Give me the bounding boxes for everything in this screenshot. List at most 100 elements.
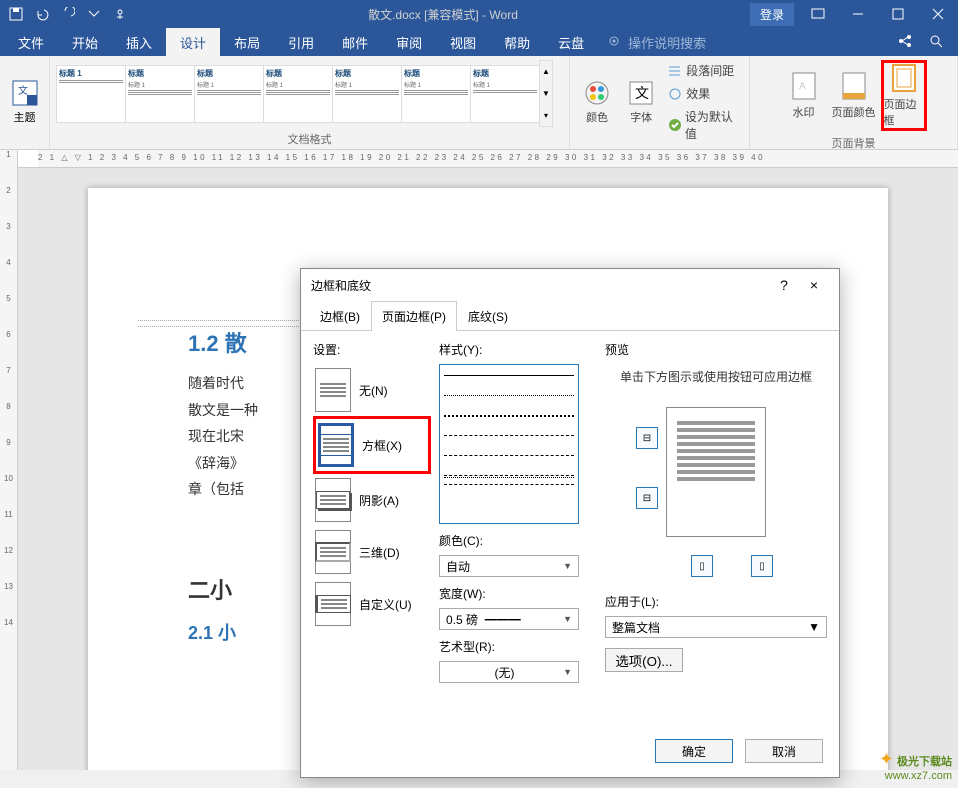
svg-text:A: A [799,81,806,92]
style-item[interactable]: 标题标题 1 [401,65,471,123]
colors-button[interactable]: 颜色 [576,80,618,125]
tab-review[interactable]: 审阅 [382,28,436,56]
preview-area: ⊟ ⊟ ▯ ▯ [636,397,796,577]
ribbon-tab-strip: 文件 开始 插入 设计 布局 引用 邮件 审阅 视图 帮助 云盘 操作说明搜索 [0,28,958,56]
help-search-icon[interactable] [930,35,944,49]
touch-mode-icon[interactable] [108,2,132,26]
tab-help[interactable]: 帮助 [490,28,544,56]
art-label: 艺术型(R): [439,638,597,655]
apply-to-label: 应用于(L): [605,593,827,610]
preview-page-icon[interactable] [666,407,766,537]
preview-top-edge[interactable]: ⊟ [636,427,658,449]
preview-label: 预览 [605,341,827,358]
redo-icon[interactable] [56,2,80,26]
chevron-down-icon: ▼ [808,620,820,634]
share-icon[interactable] [898,35,912,49]
svg-text:文: 文 [18,84,28,97]
tab-border[interactable]: 边框(B) [309,301,371,331]
watermark-button[interactable]: A 水印 [781,71,827,120]
chevron-down-icon: ▼ [563,561,572,571]
doc-format-gallery[interactable]: 标题 1 标题标题 1 标题标题 1 标题标题 1 标题标题 1 标题标题 1 … [56,65,539,123]
tab-references[interactable]: 引用 [274,28,328,56]
style-item[interactable]: 标题标题 1 [470,65,539,123]
settings-label: 设置: [313,341,431,358]
customize-qat-icon[interactable] [82,2,106,26]
setting-custom[interactable]: 自定义(U) [313,578,431,630]
tab-page-border[interactable]: 页面边框(P) [371,301,457,331]
login-button[interactable]: 登录 [750,3,794,26]
art-combo[interactable]: (无)▼ [439,661,579,683]
style-label: 样式(Y): [439,341,597,358]
tab-design[interactable]: 设计 [166,28,220,56]
style-list[interactable] [439,364,579,524]
tell-me-label: 操作说明搜索 [628,33,706,52]
cancel-button[interactable]: 取消 [745,739,823,763]
site-watermark: ✦ 极光下载站 www.xz7.com [879,749,952,782]
style-item[interactable]: 标题 1 [56,65,126,123]
maximize-icon[interactable] [878,0,918,28]
page-border-button[interactable]: 页面边框 [881,60,927,131]
dialog-help-icon[interactable]: ? [769,277,799,293]
tab-shading[interactable]: 底纹(S) [457,301,519,331]
options-button[interactable]: 选项(O)... [605,648,683,672]
color-combo[interactable]: 自动▼ [439,555,579,577]
doc-format-group-label: 文档格式 [50,131,569,149]
style-option-solid[interactable] [444,375,574,389]
tab-insert[interactable]: 插入 [112,28,166,56]
effects-button[interactable]: 效果 [664,83,743,104]
dialog-tabs: 边框(B) 页面边框(P) 底纹(S) [301,301,839,331]
tab-layout[interactable]: 布局 [220,28,274,56]
style-option[interactable] [444,435,574,449]
dialog-title: 边框和底纹 [311,277,769,294]
chevron-down-icon: ▼ [563,614,572,624]
style-option[interactable] [444,484,574,498]
page-break-mark [138,316,303,330]
tab-home[interactable]: 开始 [58,28,112,56]
tell-me-search[interactable]: 操作说明搜索 [598,33,716,52]
set-default-button[interactable]: 设为默认值 [664,106,743,144]
setting-3d[interactable]: 三维(D) [313,526,431,578]
tab-cloud[interactable]: 云盘 [544,28,598,56]
title-bar: 散文.docx [兼容模式] - Word 登录 [0,0,958,28]
close-icon[interactable] [918,0,958,28]
minimize-icon[interactable] [838,0,878,28]
setting-shadow[interactable]: 阴影(A) [313,474,431,526]
apply-to-combo[interactable]: 整篇文档▼ [605,616,827,638]
style-item[interactable]: 标题标题 1 [263,65,333,123]
preview-right-edge[interactable]: ▯ [751,555,773,577]
gallery-more-icon[interactable]: ▲▼▾ [539,60,553,127]
tab-file[interactable]: 文件 [4,28,58,56]
setting-none[interactable]: 无(N) [313,364,431,416]
paragraph-spacing-button[interactable]: 段落间距 [664,60,743,81]
ruler-vertical[interactable]: 1234567891011121314 [0,150,18,770]
style-item[interactable]: 标题标题 1 [125,65,195,123]
width-label: 宽度(W): [439,585,597,602]
preview-bottom-edge[interactable]: ⊟ [636,487,658,509]
undo-icon[interactable] [30,2,54,26]
dialog-close-icon[interactable]: × [799,277,829,293]
save-icon[interactable] [4,2,28,26]
tab-view[interactable]: 视图 [436,28,490,56]
themes-button[interactable]: 文 主题 [6,79,43,125]
fonts-button[interactable]: 文 字体 [620,80,662,125]
width-combo[interactable]: 0.5 磅 ━━━▼ [439,608,579,630]
style-item[interactable]: 标题标题 1 [194,65,264,123]
page-color-button[interactable]: 页面颜色 [831,71,877,120]
style-option[interactable] [444,415,574,429]
quick-access-toolbar [0,2,136,26]
themes-label: 主题 [14,109,36,125]
ribbon-display-icon[interactable] [798,0,838,28]
preview-hint: 单击下方图示或使用按钮可应用边框 [605,364,827,389]
ok-button[interactable]: 确定 [655,739,733,763]
ruler-horizontal[interactable]: 2 1 △ ▽ 1 2 3 4 5 6 7 8 9 10 11 12 13 14… [0,150,958,168]
style-option[interactable] [444,395,574,409]
style-option[interactable] [444,455,574,469]
dialog-title-bar[interactable]: 边框和底纹 ? × [301,269,839,301]
setting-box[interactable]: 方框(X) [313,416,431,474]
star-icon: ✦ [879,749,894,769]
style-option[interactable] [444,475,574,478]
style-item[interactable]: 标题标题 1 [332,65,402,123]
tab-mail[interactable]: 邮件 [328,28,382,56]
preview-left-edge[interactable]: ▯ [691,555,713,577]
chevron-down-icon: ▼ [563,667,572,677]
